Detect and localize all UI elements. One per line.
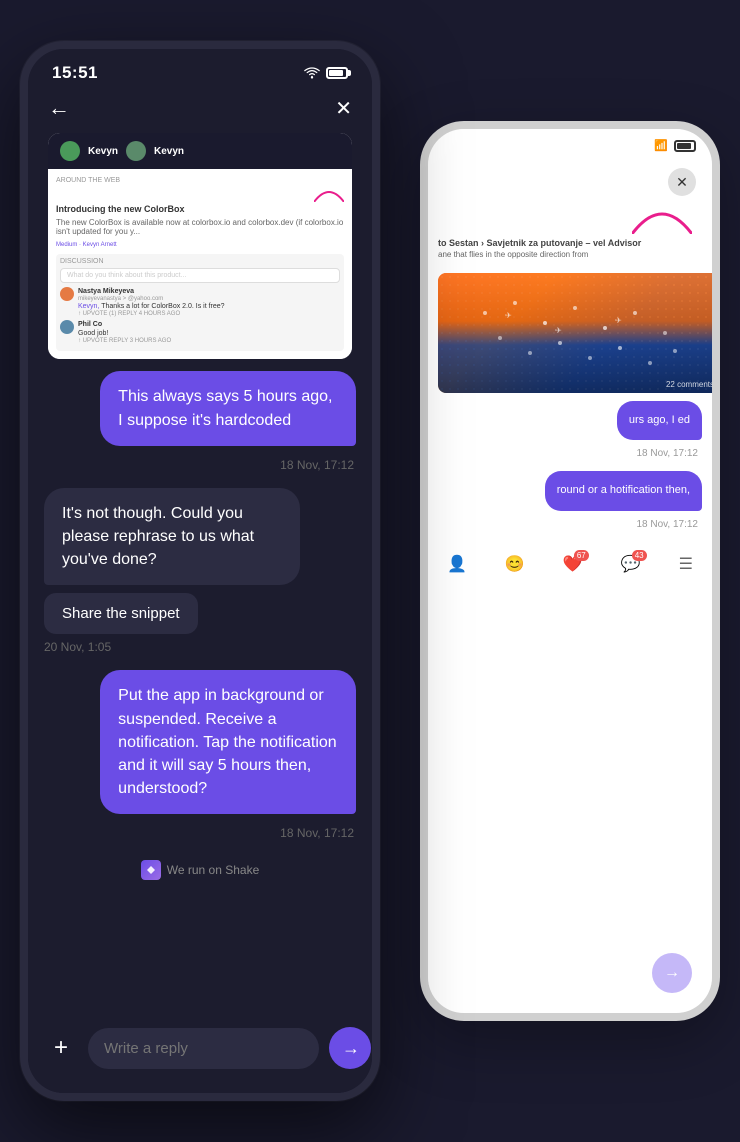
status-bar: 15:51 — [28, 49, 372, 91]
shake-text: We run on Shake — [167, 863, 260, 877]
ss-header: Kevyn Kevyn — [48, 133, 352, 169]
message-sent-2: Put the app in background or suspended. … — [100, 670, 356, 814]
ss-comment1-text: Kevyn, Thanks a lot for ColorBox 2.0. Is… — [78, 302, 225, 311]
ss-comment1-name: Nastya Mikeyeva — [78, 287, 225, 296]
message-sent-1: This always says 5 hours ago, I suppose … — [100, 371, 356, 445]
ss-comment2-meta: ↑ UPVOTE REPLY 3 HOURS AGO — [78, 338, 171, 344]
timestamp-1: 18 Nov, 17:12 — [44, 458, 356, 472]
ss-comment-2: Phil Co Good job! ↑ UPVOTE REPLY 3 HOURS… — [60, 320, 340, 344]
send-button[interactable]: → — [329, 1027, 371, 1069]
bg-bubble-2: round or a hotification then, — [545, 471, 702, 510]
ss-comment1-meta: ↑ UPVOTE (1) REPLY 4 HOURS AGO — [78, 311, 225, 317]
svg-text:✈: ✈ — [615, 316, 622, 325]
wifi-icon — [304, 67, 320, 79]
ss-article-title: Introducing the new ColorBox — [56, 204, 344, 214]
ss-avatar-1 — [60, 141, 80, 161]
ss-comment2-text: Good job! — [78, 329, 171, 338]
background-phone: 📶 ✕ to Sestan › Savjetnik za putovanje – — [420, 121, 720, 1021]
ss-avatar-comment1 — [60, 287, 74, 301]
nav-header: ← ✕ — [28, 91, 372, 133]
message-received-group: It's not though. Could you please rephra… — [44, 488, 300, 635]
bg-timestamp-1: 18 Nov, 17:12 — [438, 448, 702, 459]
bg-timestamp-2: 18 Nov, 17:12 — [438, 519, 702, 530]
bg-send-button[interactable]: → — [652, 953, 692, 993]
add-button[interactable]: + — [44, 1031, 78, 1065]
shake-logo — [141, 860, 161, 880]
ss-article-subtitle: The new ColorBox is available now at col… — [56, 218, 344, 236]
svg-text:✈: ✈ — [505, 311, 512, 320]
message-received-1: It's not though. Could you please rephra… — [44, 488, 300, 586]
main-phone: 15:51 ← — [20, 41, 380, 1101]
input-bar: + → — [28, 1015, 372, 1093]
back-button[interactable]: ← — [48, 95, 70, 121]
timestamp-3: 18 Nov, 17:12 — [44, 826, 356, 840]
ss-user2: Kevyn — [154, 146, 184, 157]
ss-body: AROUND THE WEB Introducing the new Color… — [48, 169, 352, 359]
bg-map-image: ✈ ✈ ✈ 22 comments — [438, 273, 712, 393]
ss-source: Medium · Kevyn Arnett — [56, 242, 344, 248]
snippet-button[interactable]: Share the snippet — [44, 593, 198, 634]
screenshot-preview: Kevyn Kevyn AROUND THE WEB Int — [48, 133, 352, 359]
bg-bubble-1: urs ago, I ed — [617, 401, 702, 440]
send-arrow-icon: → — [342, 1038, 360, 1059]
ss-section-label: AROUND THE WEB — [56, 177, 344, 184]
ss-user1: Kevyn — [88, 146, 118, 157]
bg-status-icons: 👤 😊 ❤️ 67 💬 43 ☰ — [428, 546, 712, 582]
bg-close-button[interactable]: ✕ — [668, 168, 696, 196]
ss-avatar-2 — [126, 141, 146, 161]
ss-comment-1: Nastya Mikeyeva mikeyevanastya > @yahoo.… — [60, 287, 340, 317]
battery-icon — [326, 67, 348, 79]
shake-notice: We run on Shake — [44, 860, 356, 880]
bg-phone-header: ✕ — [428, 156, 712, 204]
chat-area: This always says 5 hours ago, I suppose … — [28, 371, 372, 1015]
status-time: 15:51 — [52, 63, 98, 83]
timestamp-2: 20 Nov, 1:05 — [44, 640, 356, 654]
close-button[interactable]: ✕ — [335, 96, 352, 121]
svg-text:✈: ✈ — [555, 326, 562, 335]
ss-comment2-name: Phil Co — [78, 320, 171, 329]
ss-discussion-label: DISCUSSION — [60, 258, 340, 265]
ss-discussion: DISCUSSION What do you think about this … — [56, 254, 344, 351]
ss-discussion-input: What do you think about this product... — [60, 268, 340, 283]
scene: 📶 ✕ to Sestan › Savjetnik za putovanje – — [0, 0, 740, 1142]
reply-input[interactable] — [88, 1028, 319, 1069]
status-icons — [304, 67, 348, 79]
ss-avatar-comment2 — [60, 320, 74, 334]
